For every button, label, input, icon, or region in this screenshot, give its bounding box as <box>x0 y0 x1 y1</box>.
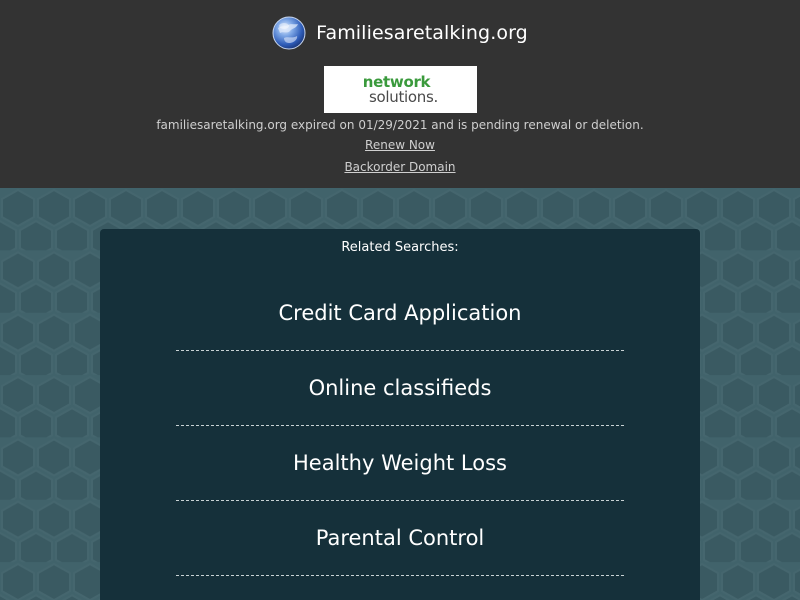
related-search-item[interactable]: Parental Control <box>176 501 624 576</box>
related-searches-panel: Related Searches: Credit Card Applicatio… <box>100 229 700 600</box>
logo-word-solutions: solutions. <box>369 87 438 106</box>
renew-link-row: Renew Now <box>0 137 800 153</box>
site-header: Familiesaretalking.org <box>0 14 800 52</box>
network-solutions-logo[interactable]: network solutions. <box>324 66 477 113</box>
backorder-link-row: Backorder Domain <box>0 159 800 175</box>
globe-icon <box>272 16 306 50</box>
related-searches-title: Related Searches: <box>341 240 459 255</box>
related-search-item[interactable]: Healthy Weight Loss <box>176 426 624 501</box>
parked-domain-page: Familiesaretalking.org network solutions… <box>0 0 800 600</box>
backorder-domain-link[interactable]: Backorder Domain <box>344 160 455 174</box>
related-searches-list: Credit Card Application Online classifie… <box>176 276 624 576</box>
related-search-item[interactable]: Online classifieds <box>176 351 624 426</box>
top-bar: Familiesaretalking.org network solutions… <box>0 0 800 188</box>
expiry-notice: familiesaretalking.org expired on 01/29/… <box>156 118 644 132</box>
site-name: Familiesaretalking.org <box>316 22 528 44</box>
related-search-item[interactable]: Credit Card Application <box>176 276 624 351</box>
renew-now-link[interactable]: Renew Now <box>365 138 435 152</box>
